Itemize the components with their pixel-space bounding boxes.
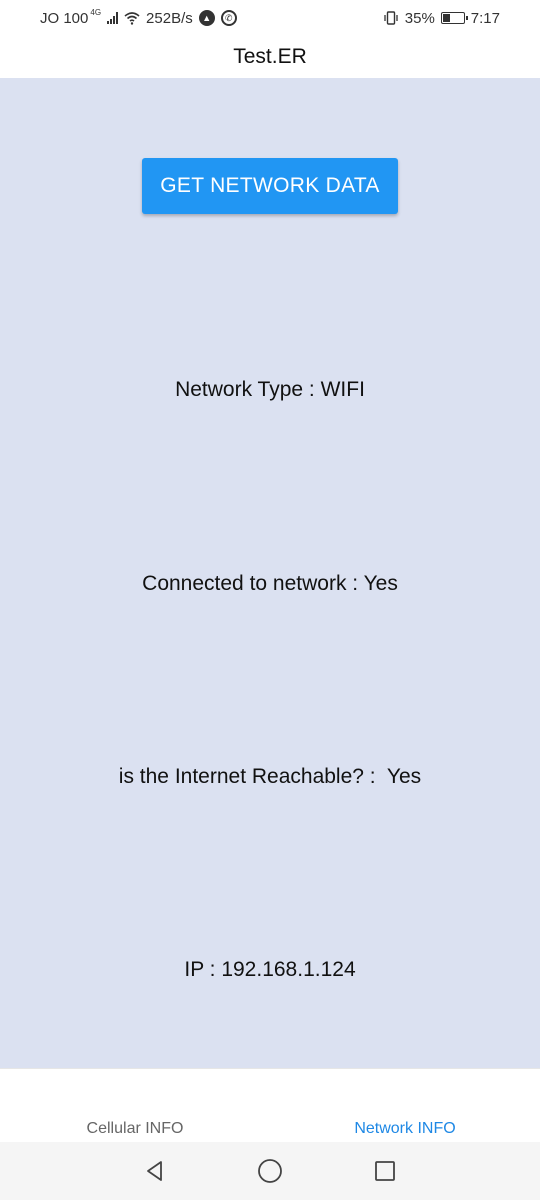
- recents-button[interactable]: [328, 1142, 443, 1200]
- whatsapp-icon: ✆: [220, 10, 237, 26]
- page-title: Test.ER: [233, 45, 307, 68]
- status-bar: JO 100 4G 252B/s ▲ ✆ 35% 7:17: [0, 0, 540, 36]
- clock-time: 7:17: [470, 9, 500, 27]
- app-header: Test.ER: [0, 36, 540, 78]
- signal-icon: [107, 12, 119, 24]
- ip-address-text: IP : 192.168.1.124: [184, 958, 356, 981]
- status-left: JO 100 4G 252B/s ▲ ✆: [40, 7, 237, 27]
- network-type-text: Network Type : WIFI: [175, 378, 365, 401]
- carrier-label: JO 100: [40, 9, 89, 27]
- internet-reachable-text: is the Internet Reachable? : Yes: [118, 765, 422, 788]
- back-button[interactable]: [98, 1142, 213, 1200]
- tab-network-info[interactable]: Network INFO: [270, 1120, 540, 1138]
- vibrate-icon: [384, 11, 398, 25]
- home-button[interactable]: [213, 1142, 328, 1200]
- wifi-icon: [124, 12, 140, 25]
- recents-icon: [375, 1161, 395, 1181]
- system-nav-bar: [0, 1142, 540, 1200]
- back-icon: [147, 1161, 162, 1181]
- network-gen-label: 4G: [90, 7, 102, 17]
- bottom-tab-bar: Cellular INFO Network INFO: [0, 1068, 540, 1142]
- get-network-data-button[interactable]: GET NETWORK DATA: [142, 158, 398, 214]
- battery-icon: [440, 12, 468, 24]
- speed-label: 252B/s: [146, 9, 193, 27]
- connected-status-text: Connected to network : Yes: [142, 572, 398, 595]
- battery-percent: 35%: [404, 9, 435, 27]
- status-right: 35% 7:17: [383, 10, 500, 27]
- app-icon: ▲: [198, 10, 215, 26]
- tab-cellular-info[interactable]: Cellular INFO: [0, 1120, 270, 1138]
- home-icon: [258, 1159, 282, 1183]
- main-content: GET NETWORK DATA Network Type : WIFI Con…: [0, 78, 540, 1068]
